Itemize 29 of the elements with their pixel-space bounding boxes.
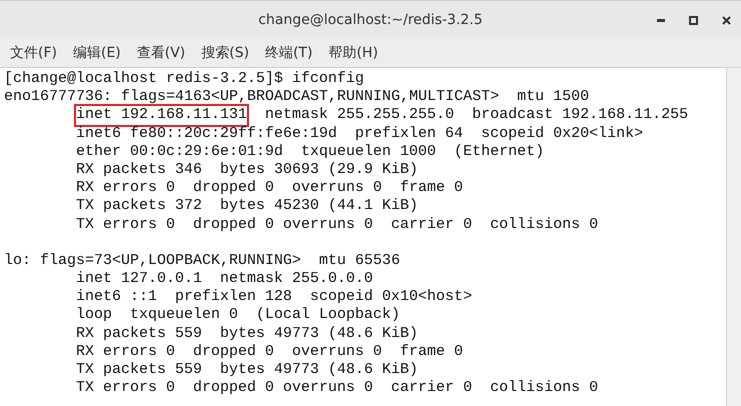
output-text: RX errors 0 dropped 0 overruns 0 frame 0 (76, 179, 464, 198)
maximize-icon[interactable] (689, 16, 698, 24)
command-line: [change@localhost redis-3.2.5]$ ifconfig (4, 70, 366, 88)
menu-item[interactable]: 编辑(E) (72, 44, 121, 62)
menu-item[interactable]: 帮助(H) (328, 44, 378, 62)
output-text: inet6 ::1 prefixlen 128 scopeid 0x10<host> (76, 288, 472, 306)
output-text: ether 00:0c:29:6e:01:9d txqueuelen 1000 (Ethernet) (76, 142, 544, 161)
menu-item[interactable]: 搜索(S) (201, 44, 250, 62)
output-text: TX errors 0 dropped 0 overruns 0 carrier 0 collisions 0 (76, 216, 598, 234)
interface-header: eno16777736: flags=4163<UP,BROADCAST,RUNNING,MULTICAST> mtu 1500 (4, 88, 590, 106)
output-text: RX packets 559 bytes 49773 (48.6 KiB) (76, 324, 418, 343)
output-text: RX errors 0 dropped 0 overruns 0 frame 0 (76, 342, 464, 361)
minimize-icon[interactable] (657, 18, 665, 22)
output-text: TX packets 559 bytes 49773 (48.6 KiB) (76, 361, 418, 380)
window-title: change@localhost:~/redis-3.2.5 (258, 12, 483, 28)
output-text: TX packets 372 bytes 45230 (44.1 KiB) (76, 197, 418, 216)
menu-item[interactable]: 查看(V) (136, 44, 186, 62)
interface-header: lo: flags=73<UP,LOOPBACK,RUNNING> mtu 65536 (4, 252, 402, 270)
output-text: inet6 fe80::20c:29ff:fe6e:19d prefixlen 64 scopeid 0x20<link> (76, 124, 644, 143)
output-text: TX errors 0 dropped 0 overruns 0 carrier 0 collisions 0 (76, 379, 598, 398)
menu-item[interactable]: 文件(F) (10, 44, 57, 62)
highlighted-text: inet 192.168.11.131 (76, 106, 248, 125)
menu-item[interactable]: 终端(T) (265, 44, 313, 62)
close-icon[interactable] (722, 16, 731, 24)
output-text: inet 127.0.0.1 netmask 255.0.0.0 (76, 270, 374, 288)
output-text: RX packets 346 bytes 30693 (29.9 KiB) (76, 160, 418, 180)
scrollbar[interactable] (726, 68, 741, 406)
output-text: loop txqueuelen 0 (Local Loopback) (76, 306, 400, 325)
output-text: netmask 255.255.255.0 broadcast 192.168.11.255 (264, 106, 688, 125)
